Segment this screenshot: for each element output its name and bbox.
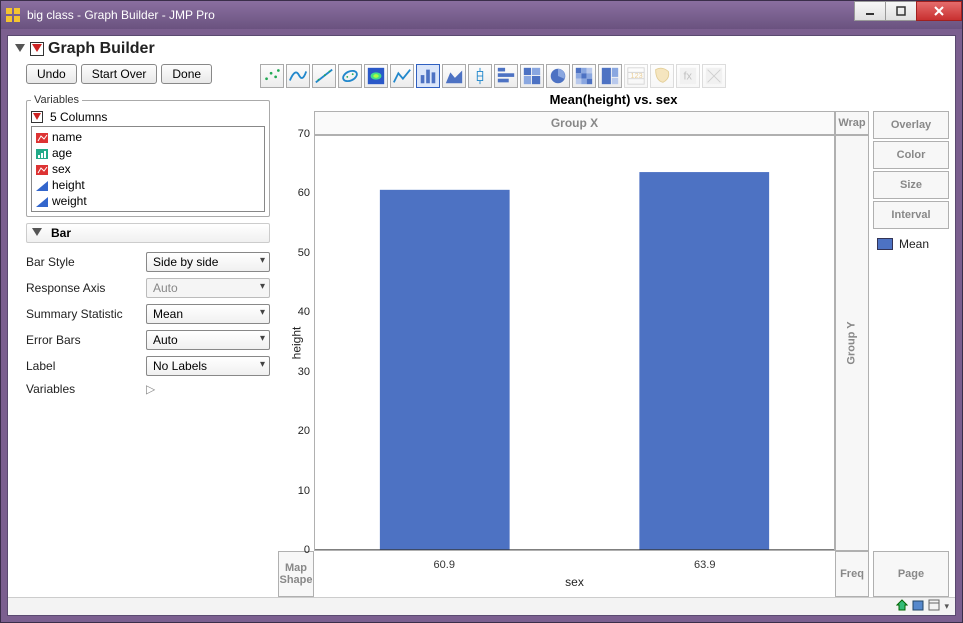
chart-type-pie-icon[interactable] xyxy=(546,64,570,88)
y-tick-label: 20 xyxy=(282,425,310,437)
legend-label: Mean xyxy=(899,237,929,251)
variable-name[interactable]: name xyxy=(34,129,262,145)
drop-zone-size[interactable]: Size xyxy=(873,171,949,199)
variables-panel: Variables 5 Columns nameagesexheightweig… xyxy=(26,94,270,217)
window-title: big class - Graph Builder - JMP Pro xyxy=(27,8,215,22)
bar-style-select[interactable]: Side by side xyxy=(146,252,270,272)
titlebar: big class - Graph Builder - JMP Pro xyxy=(1,1,962,29)
variable-type-icon xyxy=(36,148,48,158)
chart-type-area-icon[interactable] xyxy=(442,64,466,88)
variable-type-icon xyxy=(36,132,48,142)
app-icon xyxy=(5,7,21,23)
maximize-button[interactable] xyxy=(885,1,917,21)
columns-count-label: 5 Columns xyxy=(50,110,107,124)
chart-type-line-of-fit-icon[interactable] xyxy=(312,64,336,88)
variable-age[interactable]: age xyxy=(34,145,262,161)
variable-type-icon xyxy=(36,164,48,174)
chart-type-line-icon[interactable] xyxy=(390,64,414,88)
y-axis[interactable]: height 010203040506070 xyxy=(278,135,314,551)
drop-zone-interval[interactable]: Interval xyxy=(873,201,949,229)
variable-weight[interactable]: weight xyxy=(34,193,262,209)
chart-type-smoother-icon[interactable] xyxy=(286,64,310,88)
legend-swatch xyxy=(877,238,893,250)
chart-type-caption-icon xyxy=(702,64,726,88)
response-axis-label: Response Axis xyxy=(26,281,146,295)
x-value-label: 63.9 xyxy=(694,559,715,571)
svg-text:fx: fx xyxy=(684,71,693,83)
variables-prop-label: Variables xyxy=(26,382,146,396)
layout-icon[interactable] xyxy=(928,599,940,614)
drop-zone-overlay[interactable]: Overlay xyxy=(873,111,949,139)
columns-menu[interactable] xyxy=(31,111,43,123)
chart-type-bar-icon[interactable] xyxy=(416,64,440,88)
undo-button[interactable]: Undo xyxy=(26,64,77,84)
bar[interactable] xyxy=(380,190,510,550)
variable-sex[interactable]: sex xyxy=(34,161,262,177)
chart-type-histogram-icon[interactable] xyxy=(494,64,518,88)
drop-zone-group-y[interactable]: Group Y xyxy=(835,135,869,551)
chart-type-treemap-icon[interactable] xyxy=(598,64,622,88)
variable-height[interactable]: height xyxy=(34,177,262,193)
y-tick-label: 50 xyxy=(282,247,310,259)
x-value-label: 60.9 xyxy=(434,559,455,571)
drop-zone-page[interactable]: Page xyxy=(873,551,949,597)
label-select[interactable]: No Labels xyxy=(146,356,270,376)
chart-type-boxplot-icon[interactable] xyxy=(468,64,492,88)
close-button[interactable] xyxy=(916,1,962,21)
error-bars-label: Error Bars xyxy=(26,333,146,347)
summary-statistic-label: Summary Statistic xyxy=(26,307,146,321)
section-title: Graph Builder xyxy=(48,40,155,58)
label-label: Label xyxy=(26,359,146,373)
chart-type-formula-icon: fx xyxy=(676,64,700,88)
variables-legend: Variables xyxy=(31,94,82,106)
svg-text:123: 123 xyxy=(631,71,643,80)
chart-type-parallel-icon: 123 xyxy=(624,64,648,88)
chart-type-points-icon[interactable] xyxy=(260,64,284,88)
done-button[interactable]: Done xyxy=(161,64,212,84)
disclosure-toggle[interactable] xyxy=(14,43,26,55)
y-tick-label: 10 xyxy=(282,485,310,497)
chart-type-heatmap-icon[interactable] xyxy=(572,64,596,88)
statusbar: ▾ xyxy=(8,597,955,615)
drop-zone-map-shape[interactable]: MapShape xyxy=(278,551,314,597)
y-tick-label: 70 xyxy=(282,128,310,140)
y-tick-label: 0 xyxy=(282,544,310,556)
book-icon[interactable] xyxy=(912,599,924,614)
start-over-button[interactable]: Start Over xyxy=(81,64,158,84)
variables-expand-icon[interactable]: ▷ xyxy=(146,382,155,396)
drop-zone-color[interactable]: Color xyxy=(873,141,949,169)
minimize-button[interactable] xyxy=(854,1,886,21)
chart-type-map-shapes-icon xyxy=(650,64,674,88)
variables-list: nameagesexheightweight xyxy=(31,126,265,212)
drop-zone-group-x[interactable]: Group X xyxy=(314,111,835,135)
response-axis-select: Auto xyxy=(146,278,270,298)
x-axis[interactable]: 60.9 63.9 sex xyxy=(314,551,835,597)
bar-style-label: Bar Style xyxy=(26,255,146,269)
error-bars-select[interactable]: Auto xyxy=(146,330,270,350)
drop-zone-wrap[interactable]: Wrap xyxy=(835,111,869,135)
summary-statistic-select[interactable]: Mean xyxy=(146,304,270,324)
red-triangle-menu[interactable] xyxy=(30,42,44,56)
chart-type-ellipse-icon[interactable] xyxy=(338,64,362,88)
variable-type-icon xyxy=(36,180,48,190)
chart-type-contour-icon[interactable] xyxy=(364,64,388,88)
bar-panel-header[interactable]: Bar xyxy=(26,223,270,243)
variable-type-icon xyxy=(36,196,48,206)
y-tick-label: 40 xyxy=(282,306,310,318)
y-tick-label: 60 xyxy=(282,187,310,199)
y-tick-label: 30 xyxy=(282,366,310,378)
bar[interactable] xyxy=(639,172,769,550)
drop-zone-freq[interactable]: Freq xyxy=(835,551,869,597)
plot-area[interactable] xyxy=(314,135,835,551)
home-icon[interactable] xyxy=(896,599,908,614)
chart-type-mosaic-icon[interactable] xyxy=(520,64,544,88)
plot-title: Mean(height) vs. sex xyxy=(278,90,949,111)
x-axis-label: sex xyxy=(565,575,584,589)
dropdown-icon[interactable]: ▾ xyxy=(944,601,949,612)
legend[interactable]: Mean xyxy=(873,231,949,257)
bar-disclosure[interactable] xyxy=(31,227,43,239)
bar-panel-title: Bar xyxy=(51,226,71,240)
